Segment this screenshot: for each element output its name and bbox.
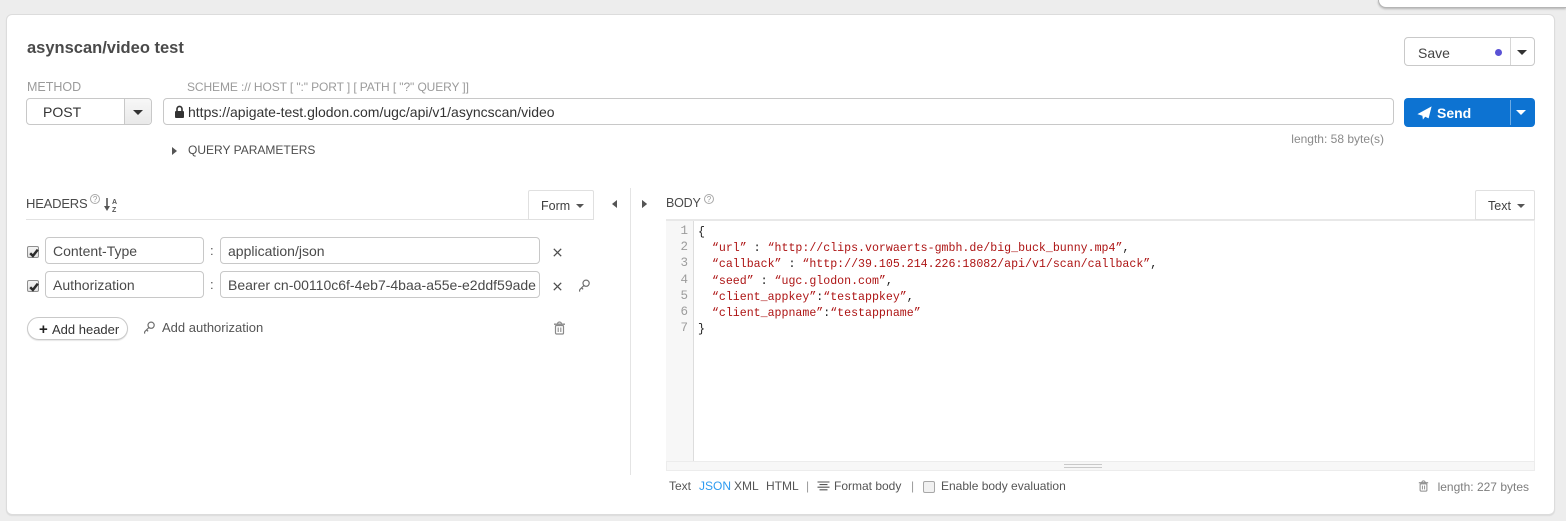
- svg-text:Z: Z: [112, 207, 117, 212]
- svg-text:A: A: [112, 199, 117, 206]
